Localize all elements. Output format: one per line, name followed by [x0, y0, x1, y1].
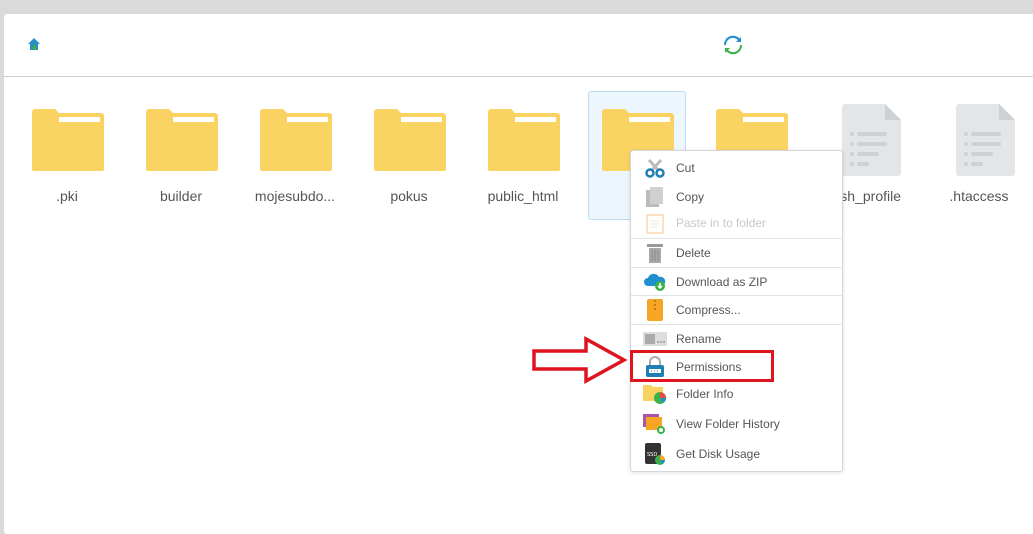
menu-item-label: Folder Info: [676, 387, 734, 401]
file-name: public_html: [487, 188, 559, 204]
file-icon: [950, 104, 1022, 176]
file-icon: [836, 104, 908, 176]
scissors-icon: [643, 157, 667, 179]
folder-icon: [146, 109, 218, 171]
file-item[interactable]: .htaccess: [930, 91, 1028, 220]
menu-item-get-disk-usage[interactable]: SSD Get Disk Usage: [631, 441, 842, 467]
file-name: builder: [159, 188, 203, 204]
svg-text:SSD: SSD: [647, 452, 657, 458]
toolbar: [4, 14, 1033, 77]
menu-separator: [631, 238, 842, 239]
menu-item-folder-info[interactable]: Folder Info: [631, 381, 842, 407]
menu-item-label: Compress...: [676, 303, 741, 317]
folder-item[interactable]: mojesubdo...: [246, 91, 344, 220]
folder-icon: [260, 109, 332, 171]
file-name: mojesubdo...: [254, 188, 336, 204]
menu-item-label: Copy: [676, 190, 705, 204]
rename-icon: [643, 328, 667, 350]
menu-item-download-as-zip[interactable]: Download as ZIP: [631, 269, 842, 295]
file-name: .htaccess: [949, 188, 1009, 204]
refresh-icon[interactable]: [722, 34, 744, 61]
home-icon[interactable]: [26, 36, 42, 57]
menu-item-compress[interactable]: Compress...: [631, 297, 842, 323]
menu-separator: [631, 267, 842, 268]
folder-info-icon: [643, 383, 667, 405]
menu-item-label: Get Disk Usage: [676, 447, 761, 461]
menu-item-delete[interactable]: Delete: [631, 240, 842, 266]
trash-icon: [643, 242, 667, 264]
menu-item-rename[interactable]: Rename: [631, 326, 842, 352]
menu-item-label: View Folder History: [676, 417, 780, 431]
folder-icon: [32, 109, 104, 171]
clipboard-icon: [643, 212, 667, 234]
folder-item[interactable]: .pki: [18, 91, 116, 220]
file-name: .pki: [56, 188, 78, 204]
menu-item-label: Paste in to folder: [676, 216, 767, 230]
folder-history-icon: [643, 413, 667, 435]
menu-separator: [631, 295, 842, 296]
menu-item-view-folder-history[interactable]: View Folder History: [631, 411, 842, 437]
file-name: pokus: [390, 188, 428, 204]
menu-item-copy[interactable]: Copy: [631, 184, 842, 210]
folder-icon: [374, 109, 446, 171]
menu-item-cut[interactable]: Cut: [631, 155, 842, 181]
copy-icon: [643, 186, 667, 208]
menu-item-label: Rename: [676, 332, 722, 346]
menu-item-paste-in-to-folder: Paste in to folder: [631, 210, 842, 236]
cloud-download-icon: [643, 271, 667, 293]
zip-icon: [643, 299, 667, 321]
highlight-box: [630, 350, 774, 382]
folder-item[interactable]: pokus: [360, 91, 458, 220]
annotation-arrow-icon: [532, 336, 628, 384]
context-menu: Cut Copy Paste in to folder Delete Download …: [630, 150, 843, 472]
folder-icon: [488, 109, 560, 171]
menu-separator: [631, 324, 842, 325]
menu-item-label: Delete: [676, 246, 711, 260]
folder-item[interactable]: public_html: [474, 91, 572, 220]
folder-item[interactable]: builder: [132, 91, 230, 220]
menu-item-label: Cut: [676, 161, 695, 175]
disk-usage-icon: SSD: [643, 443, 667, 465]
menu-item-label: Download as ZIP: [676, 275, 768, 289]
